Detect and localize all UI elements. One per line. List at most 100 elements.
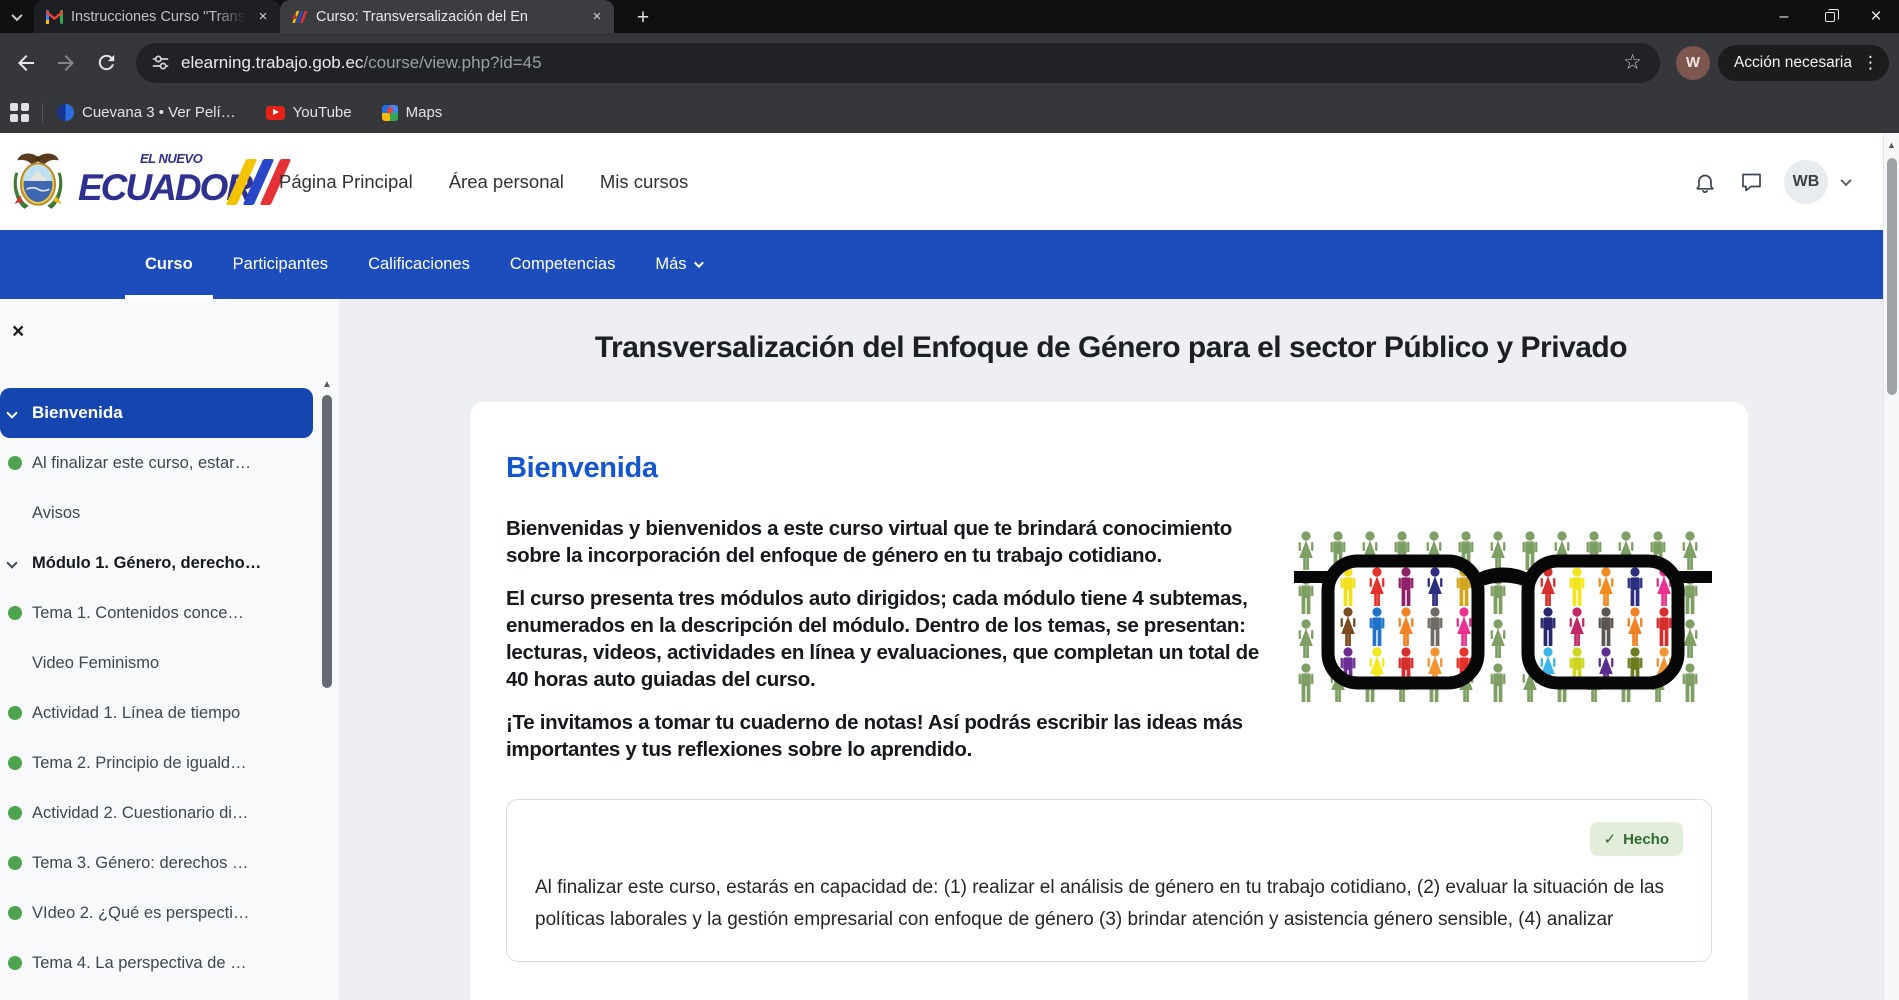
tab-title: Instrucciones Curso "Transversal [71,9,246,25]
course-main-region: Transversalización del Enfoque de Género… [339,299,1883,1000]
bookmark-label: Maps [406,104,443,121]
tab-search-chevron-icon[interactable] [0,0,34,33]
nav-area-personal[interactable]: Área personal [449,171,564,193]
index-item-tema-3[interactable]: Tema 3. Género: derechos … [0,838,339,888]
page-scrollbar-thumb[interactable] [1887,158,1897,395]
drawer-scrollbar-up-icon[interactable]: ▲ [322,379,332,390]
tab-label: Calificaciones [368,255,470,274]
window-minimize-button[interactable]: – [1761,0,1807,33]
index-item-tema-4[interactable]: Tema 4. La perspectiva de … [0,938,339,988]
index-item-video-2[interactable]: VIdeo 2. ¿Qué es perspecti… [0,888,339,938]
nav-pagina-principal[interactable]: Página Principal [279,171,413,193]
el-nuevo-ecuador-logo[interactable]: EL NUEVO ECUADOR [78,149,298,213]
drawer-scrollbar-thumb[interactable] [322,395,332,688]
scrollbar-up-icon[interactable]: ▲ [1887,140,1896,150]
bookmarks-bar: Cuevana 3 • Ver Pelí… YouTube Maps [0,92,1899,133]
browser-tab-strip: Instrucciones Curso "Transversal × Curso… [0,0,1899,33]
index-item-al-finalizar[interactable]: Al finalizar este curso, estar… [0,438,339,488]
course-secondary-nav: Curso Participantes Calificaciones Compe… [0,230,1883,299]
ecuador-coat-of-arms-logo[interactable] [10,150,66,212]
tab-calificaciones[interactable]: Calificaciones [348,230,490,299]
browser-profile-avatar[interactable]: W [1676,46,1710,80]
course-index-drawer: × Bienvenida Al finalizar este curso, es… [0,299,339,1000]
back-button[interactable] [9,46,43,80]
tab-close-icon[interactable]: × [254,8,272,26]
site-nav: Página Principal Área personal Mis curso… [279,133,688,230]
bookmark-youtube[interactable]: YouTube [266,104,352,121]
reload-icon [95,51,118,74]
completion-done-dot-icon [8,606,22,620]
bookmarks-separator [42,103,43,123]
new-tab-button[interactable]: + [628,3,658,33]
bookmark-cuevana[interactable]: Cuevana 3 • Ver Pelí… [57,104,236,121]
index-item-video-feminismo[interactable]: Video Feminismo [0,638,339,688]
index-item-actividad-1[interactable]: Actividad 1. Línea de tiempo [0,688,339,738]
forward-button[interactable] [49,46,83,80]
done-badge-label: Hecho [1623,831,1669,848]
completion-done-dot-icon [8,706,22,720]
section-heading: Bienvenida [506,452,1712,485]
back-arrow-icon [14,51,38,75]
index-item-avisos[interactable]: Avisos [0,488,339,538]
course-favicon-icon [292,10,308,24]
url-text: elearning.trabajo.gob.ec/course/view.php… [181,53,1619,73]
messages-chat-icon[interactable] [1738,169,1764,195]
tab-close-icon[interactable]: × [588,8,606,26]
nav-mis-cursos[interactable]: Mis cursos [600,171,688,193]
window-restore-button[interactable] [1807,0,1853,33]
site-header: EL NUEVO ECUADOR Página Principal Área p… [0,133,1883,230]
index-item-actividad-2[interactable]: Actividad 2. Cuestionario di… [0,788,339,838]
browser-tab-curso[interactable]: Curso: Transversalización del En × [280,0,614,33]
tab-label: Participantes [233,255,328,274]
bookmark-maps[interactable]: Maps [382,104,443,121]
address-bar[interactable]: elearning.trabajo.gob.ec/course/view.php… [136,43,1660,83]
action-needed-menu-button[interactable]: Acción necesaria ⋮ [1718,45,1889,81]
completion-badge-row: ✓ Hecho [535,822,1683,856]
window-close-button[interactable]: × [1853,0,1899,33]
tab-title: Curso: Transversalización del En [316,9,580,25]
gender-glasses-crowd-image [1294,529,1712,705]
activity-card: ✓ Hecho Al finalizar este curso, estarás… [506,799,1712,962]
reload-button[interactable] [89,46,123,80]
page-scrollbar[interactable]: ▲ [1883,133,1899,1000]
user-menu-chevron-icon[interactable] [1840,174,1851,185]
completion-done-dot-icon [8,906,22,920]
activity-description: Al finalizar este curso, estarás en capa… [535,872,1683,937]
header-user-area: WB [1692,133,1850,230]
chevron-down-icon [6,557,17,568]
index-item-bienvenida[interactable]: Bienvenida [0,388,313,438]
kebab-menu-icon: ⋮ [1862,53,1879,73]
tab-curso[interactable]: Curso [125,230,213,299]
completion-done-dot-icon [8,856,22,870]
maps-icon [382,105,398,121]
user-avatar[interactable]: WB [1784,160,1828,204]
browser-tab-instrucciones[interactable]: Instrucciones Curso "Transversal × [34,0,280,33]
index-item-tema-2[interactable]: Tema 2. Principio de iguald… [0,738,339,788]
tab-label: Curso [145,255,193,274]
tab-participantes[interactable]: Participantes [213,230,348,299]
notifications-bell-icon[interactable] [1692,169,1718,195]
youtube-icon [266,106,285,120]
check-icon: ✓ [1604,830,1617,848]
welcome-paragraph-3: ¡Te invitamos a tomar tu cuaderno de not… [506,709,1712,764]
apps-grid-icon[interactable] [10,103,30,123]
browser-toolbar: elearning.trabajo.gob.ec/course/view.php… [0,33,1899,92]
tab-mas[interactable]: Más [635,230,720,299]
logo-line2: ECUADOR [78,167,251,209]
url-path: /course/view.php?id=45 [363,53,541,72]
index-item-modulo-1[interactable]: Módulo 1. Género, derecho… [0,538,339,588]
logo-stripes [236,159,281,205]
chevron-down-icon [6,407,17,418]
page-title: Transversalización del Enfoque de Género… [339,331,1883,365]
tab-competencias[interactable]: Competencias [490,230,635,299]
gmail-favicon-icon [46,10,63,24]
done-badge[interactable]: ✓ Hecho [1590,822,1683,856]
logo-line1: EL NUEVO [140,151,202,166]
completion-done-dot-icon [8,456,22,470]
bookmark-star-icon[interactable]: ☆ [1619,50,1646,75]
action-needed-label: Acción necesaria [1734,54,1852,72]
completion-done-dot-icon [8,756,22,770]
index-item-tema-1[interactable]: Tema 1. Contenidos conce… [0,588,339,638]
forward-arrow-icon [54,51,78,75]
drawer-close-icon[interactable]: × [12,321,24,342]
